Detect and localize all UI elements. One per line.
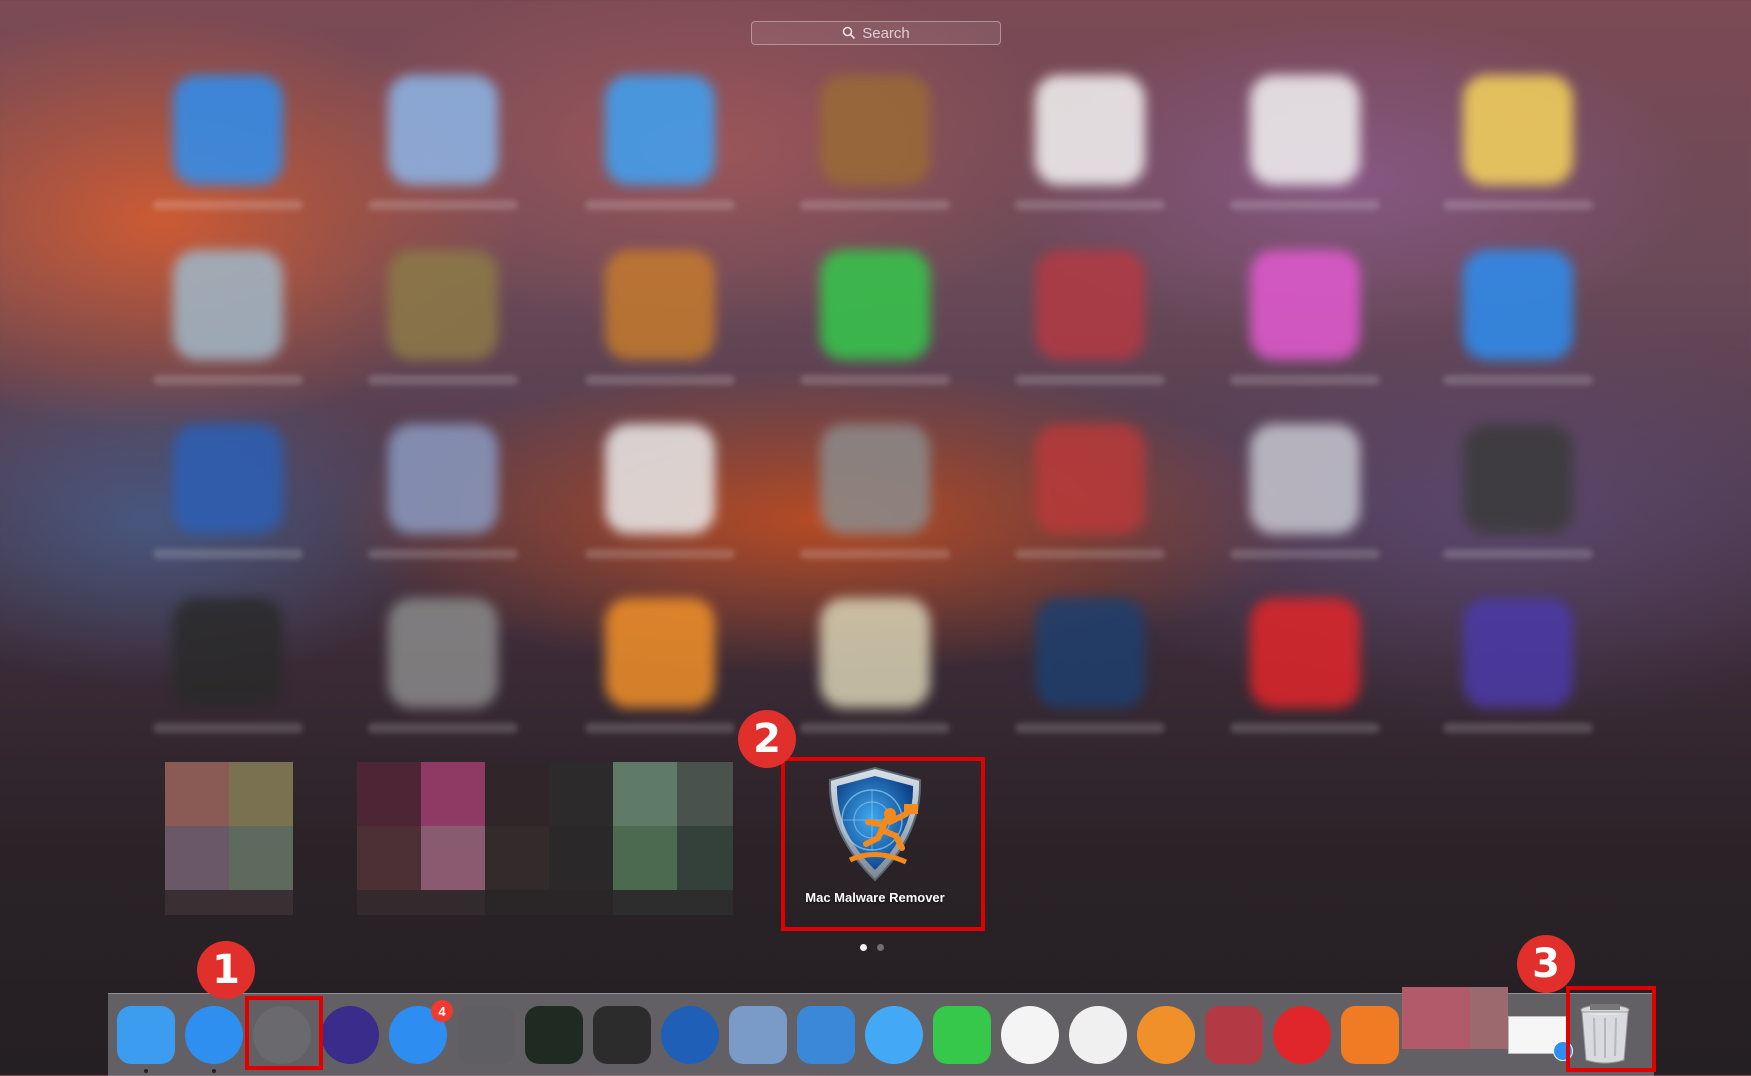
itunes-icon[interactable] — [1069, 1006, 1127, 1064]
running-indicator — [144, 1069, 148, 1073]
app-label-blurred — [368, 200, 518, 210]
ibooks-icon[interactable] — [605, 598, 715, 708]
photo-booth-icon[interactable] — [173, 250, 283, 360]
notification-badge: 4 — [431, 1000, 453, 1022]
safari-icon[interactable] — [173, 75, 283, 185]
mission-control-icon[interactable] — [593, 1006, 651, 1064]
system-preferences-icon[interactable] — [457, 1006, 515, 1064]
app-label-blurred — [585, 200, 735, 210]
app-label-blurred — [1443, 200, 1593, 210]
obscured-app-2[interactable] — [357, 762, 485, 915]
dashboard-icon[interactable] — [173, 598, 283, 708]
imovie-icon[interactable] — [388, 250, 498, 360]
app-label-blurred — [1443, 723, 1593, 733]
obscured-dock-app[interactable] — [1402, 987, 1470, 1049]
reminders-icon[interactable] — [1250, 75, 1360, 185]
textedit-icon[interactable] — [605, 424, 715, 534]
step-badge-3: 3 — [1517, 935, 1575, 993]
mail-icon[interactable] — [388, 75, 498, 185]
screen-recorder-icon[interactable] — [1273, 1006, 1331, 1064]
obscured-app-1[interactable] — [165, 762, 293, 915]
xcode-icon[interactable] — [797, 1006, 855, 1064]
facetime-icon[interactable] — [933, 1006, 991, 1064]
app-label-blurred — [1015, 549, 1165, 559]
app-label-blurred — [1230, 200, 1380, 210]
contacts-icon[interactable] — [820, 75, 930, 185]
app-store-icon[interactable]: 4 — [389, 1000, 453, 1064]
page-indicator — [860, 944, 884, 951]
preview-icon[interactable] — [729, 1006, 787, 1064]
app-label-blurred — [585, 723, 735, 733]
running-indicator — [212, 1069, 216, 1073]
safari-document-icon[interactable] — [1508, 1016, 1573, 1061]
calculator-icon[interactable] — [820, 424, 930, 534]
calendar-icon[interactable] — [1035, 75, 1145, 185]
app-store-icon[interactable] — [1463, 250, 1573, 360]
app-label-blurred — [1015, 200, 1165, 210]
garageband-icon[interactable] — [605, 250, 715, 360]
app-label-blurred — [1230, 375, 1380, 385]
highlight-box-app — [781, 757, 985, 931]
page-dot-active[interactable] — [860, 944, 867, 951]
siri-icon[interactable] — [321, 1006, 379, 1064]
sublime-icon[interactable] — [1341, 1006, 1399, 1064]
app-label-blurred — [585, 549, 735, 559]
step-badge-1: 1 — [197, 941, 255, 999]
app-label-blurred — [800, 200, 950, 210]
app-label-blurred — [585, 375, 735, 385]
facetime-icon[interactable] — [820, 250, 930, 360]
photo-collage-icon[interactable] — [1035, 250, 1145, 360]
preview-icon[interactable] — [388, 424, 498, 534]
app-label-blurred — [368, 375, 518, 385]
highlight-box-trash — [1566, 986, 1656, 1072]
maps-icon[interactable] — [820, 598, 930, 708]
obscured-app-4[interactable] — [613, 762, 733, 915]
app-label-blurred — [368, 549, 518, 559]
app-label-blurred — [153, 200, 303, 210]
app-label-blurred — [1015, 723, 1165, 733]
siri-icon[interactable] — [1463, 598, 1573, 708]
app-label-blurred — [1230, 549, 1380, 559]
step-badge-2: 2 — [738, 710, 796, 768]
safari-icon[interactable] — [185, 1006, 243, 1064]
system-preferences-icon[interactable] — [388, 598, 498, 708]
app-label-blurred — [153, 549, 303, 559]
app-label-blurred — [1443, 375, 1593, 385]
photos-icon[interactable] — [1001, 1006, 1059, 1064]
other-folder-icon[interactable] — [1250, 424, 1360, 534]
itunes-icon[interactable] — [1250, 250, 1360, 360]
messages-icon[interactable] — [605, 75, 715, 185]
obscured-app-3[interactable] — [485, 762, 613, 915]
app-label-blurred — [1230, 723, 1380, 733]
photo-collage-icon[interactable] — [1205, 1006, 1263, 1064]
app-label-blurred — [800, 723, 950, 733]
quicktime-icon[interactable] — [661, 1006, 719, 1064]
app-label-blurred — [800, 375, 950, 385]
launchpad-search-field[interactable]: Search — [751, 21, 1001, 45]
app-label-blurred — [800, 549, 950, 559]
search-placeholder: Search — [862, 24, 910, 42]
activity-monitor-icon[interactable] — [525, 1006, 583, 1064]
quicktime-icon[interactable] — [173, 424, 283, 534]
steam-icon[interactable] — [1035, 598, 1145, 708]
app-label-blurred — [1015, 375, 1165, 385]
page-dot[interactable] — [877, 944, 884, 951]
screen-recorder-icon[interactable] — [1250, 598, 1360, 708]
app-label-blurred — [153, 375, 303, 385]
app-label-blurred — [153, 723, 303, 733]
ibooks-icon[interactable] — [1137, 1006, 1195, 1064]
app-label-blurred — [1443, 549, 1593, 559]
search-icon — [842, 26, 856, 40]
mission-control-icon[interactable] — [1463, 424, 1573, 534]
notes-icon[interactable] — [1463, 75, 1573, 185]
app-label-blurred — [368, 723, 518, 733]
obscured-dock-app-2[interactable] — [1470, 987, 1508, 1049]
dictionary-icon[interactable] — [1035, 424, 1145, 534]
finder-icon[interactable] — [117, 1006, 175, 1064]
messages-icon[interactable] — [865, 1006, 923, 1064]
highlight-box-launchpad — [245, 996, 323, 1070]
